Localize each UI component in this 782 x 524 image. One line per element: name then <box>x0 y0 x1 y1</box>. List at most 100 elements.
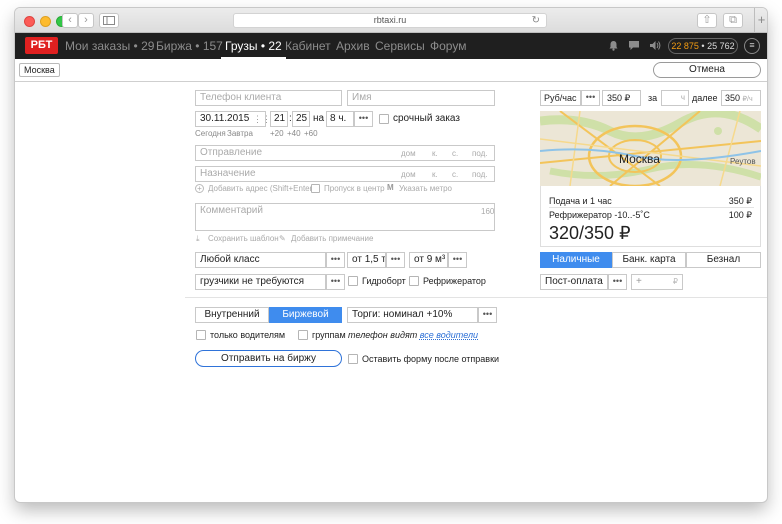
calendar-icon[interactable]: ⋮⋮ <box>253 114 271 124</box>
destination-entrance[interactable]: под. <box>472 170 488 180</box>
departure-block[interactable]: к. <box>432 149 438 159</box>
mode-exchange-tab[interactable]: Биржевой <box>269 307 342 323</box>
cancel-button[interactable]: Отмена <box>653 62 761 78</box>
only-drivers-checkbox[interactable] <box>196 330 206 340</box>
destination-block[interactable]: к. <box>432 170 438 180</box>
departure-entrance[interactable]: под. <box>472 149 488 159</box>
groups-checkbox[interactable] <box>298 330 308 340</box>
add-address-icon[interactable]: + <box>195 184 204 193</box>
plus20-link[interactable]: +20 <box>270 129 284 139</box>
departure-building[interactable]: с. <box>452 149 458 159</box>
departure-house[interactable]: дом <box>401 149 416 159</box>
mode-internal-tab[interactable]: Внутренний <box>195 307 269 323</box>
tomorrow-link[interactable]: Завтра <box>227 129 253 139</box>
tabs-icon[interactable]: ⧉ <box>723 13 743 28</box>
price-row2-label: Рефрижератор -10..-5˚С <box>549 210 650 220</box>
plus40-link[interactable]: +40 <box>287 129 301 139</box>
route-map[interactable]: Москва Реутов <box>540 111 761 186</box>
nav-archive[interactable]: Архив <box>336 33 370 59</box>
metro-link[interactable]: Указать метро <box>399 184 452 194</box>
send-to-exchange-button[interactable]: Отправить на биржу <box>195 350 342 367</box>
urgent-checkbox[interactable] <box>379 114 389 124</box>
auction-select[interactable]: Торги: номинал +10% <box>347 307 478 323</box>
minimize-window-button[interactable] <box>40 16 51 27</box>
add-note-link[interactable]: Добавить примечание <box>291 234 373 244</box>
car-class-more-icon[interactable]: ••• <box>326 252 345 268</box>
nav-services[interactable]: Сервисы <box>375 33 425 59</box>
plus60-link[interactable]: +60 <box>304 129 318 139</box>
volume-more-icon[interactable]: ••• <box>448 252 467 268</box>
loaders-more-icon[interactable]: ••• <box>326 274 345 290</box>
bell-icon[interactable] <box>608 40 619 54</box>
tariff-then-input[interactable]: 350 ₽/ч <box>721 90 761 106</box>
reload-icon[interactable]: ↻ <box>532 14 540 27</box>
center-pass-checkbox[interactable] <box>311 184 320 193</box>
payment-cash-tab[interactable]: Наличные <box>540 252 612 268</box>
nav-exchange[interactable]: Биржа • 157 <box>156 33 223 59</box>
rbt-logo[interactable]: РБТ <box>25 37 58 54</box>
surcharge-input[interactable]: + ₽ <box>631 274 683 290</box>
destination-building[interactable]: с. <box>452 170 458 180</box>
payment-card-tab[interactable]: Банк. карта <box>612 252 686 268</box>
weight-more-icon[interactable]: ••• <box>386 252 405 268</box>
keep-form-checkbox[interactable] <box>348 354 358 364</box>
phone-visible-link[interactable]: все водители <box>420 330 478 340</box>
volume-select[interactable]: от 9 м³ <box>409 252 448 268</box>
destination-house[interactable]: дом <box>401 170 416 180</box>
phone-visible-prefix: телефон видят <box>348 330 418 340</box>
tariff-price-input[interactable]: 350 ₽ <box>602 90 641 106</box>
add-address-link[interactable]: Добавить адрес (Shift+Enter) <box>208 184 315 194</box>
city-button[interactable]: Москва <box>19 63 60 77</box>
destination-input[interactable]: Назначение <box>195 166 495 182</box>
tariff-unit-select[interactable]: Руб/час <box>540 90 581 106</box>
postpay-more-icon[interactable]: ••• <box>608 274 627 290</box>
nav-my-orders[interactable]: Мои заказы • 29 <box>65 33 154 59</box>
postpay-select[interactable]: Пост-оплата <box>540 274 608 290</box>
center-pass-label: Пропуск в центр <box>324 184 385 193</box>
back-icon[interactable]: ‹ <box>62 13 78 28</box>
departure-input[interactable]: Отправление <box>195 145 495 161</box>
tariff-unit-more-icon[interactable]: ••• <box>581 90 600 106</box>
weight-select[interactable]: от 1,5 т <box>347 252 386 268</box>
save-icon[interactable]: ⤓ <box>196 234 200 244</box>
hamburger-menu-icon[interactable]: ≡ <box>744 38 760 54</box>
payment-cashless-tab[interactable]: Безнал <box>686 252 761 268</box>
volume-icon[interactable] <box>649 40 661 54</box>
pencil-icon[interactable]: ✎ <box>279 234 286 244</box>
urgent-label: срочный заказ <box>393 113 460 124</box>
comment-counter: 160 <box>481 207 495 216</box>
address-bar[interactable]: rbtaxi.ru ↻ <box>233 13 547 28</box>
main-nav: РБТ Мои заказы • 29 Биржа • 157 Грузы • … <box>15 33 767 59</box>
today-link[interactable]: Сегодня <box>195 129 226 139</box>
share-icon[interactable]: ⇧ <box>697 13 717 28</box>
metro-icon[interactable]: M <box>387 183 394 193</box>
hydroboard-checkbox[interactable] <box>348 276 358 286</box>
balance-total: 25 762 <box>707 41 735 51</box>
comment-textarea[interactable]: Комментарий <box>195 203 495 231</box>
name-input[interactable]: Имя <box>347 90 495 106</box>
price-total: 320/350 ₽ <box>549 223 631 243</box>
balance-badge[interactable]: 22 875 • 25 762 <box>668 38 738 54</box>
auction-more-icon[interactable]: ••• <box>478 307 497 323</box>
price-summary: Подача и 1 час 350 ₽ Рефрижератор -10..-… <box>540 186 761 247</box>
close-window-button[interactable] <box>24 16 35 27</box>
phone-input[interactable]: Телефон клиента <box>195 90 342 106</box>
nav-cabinet[interactable]: Кабинет <box>285 33 331 59</box>
minute-input[interactable]: 25 <box>292 111 310 127</box>
sidebar-icon[interactable] <box>99 13 119 28</box>
new-tab-icon[interactable]: + <box>754 8 767 33</box>
hydroboard-label: Гидроборт <box>362 276 406 286</box>
nav-forum[interactable]: Форум <box>430 33 466 59</box>
forward-icon[interactable]: › <box>78 13 94 28</box>
hour-input[interactable]: 21 <box>270 111 288 127</box>
duration-more-icon[interactable]: ••• <box>354 111 373 127</box>
save-template-link[interactable]: Сохранить шаблон <box>208 234 279 244</box>
loaders-select[interactable]: грузчики не требуются <box>195 274 326 290</box>
chat-icon[interactable] <box>628 40 640 54</box>
duration-prefix: на <box>313 113 325 124</box>
tariff-hours-input[interactable]: ч <box>661 90 689 106</box>
refrigerator-checkbox[interactable] <box>409 276 419 286</box>
nav-cargo[interactable]: Грузы • 22 <box>221 33 286 59</box>
duration-input[interactable]: 8 ч. <box>326 111 354 127</box>
car-class-select[interactable]: Любой класс <box>195 252 326 268</box>
